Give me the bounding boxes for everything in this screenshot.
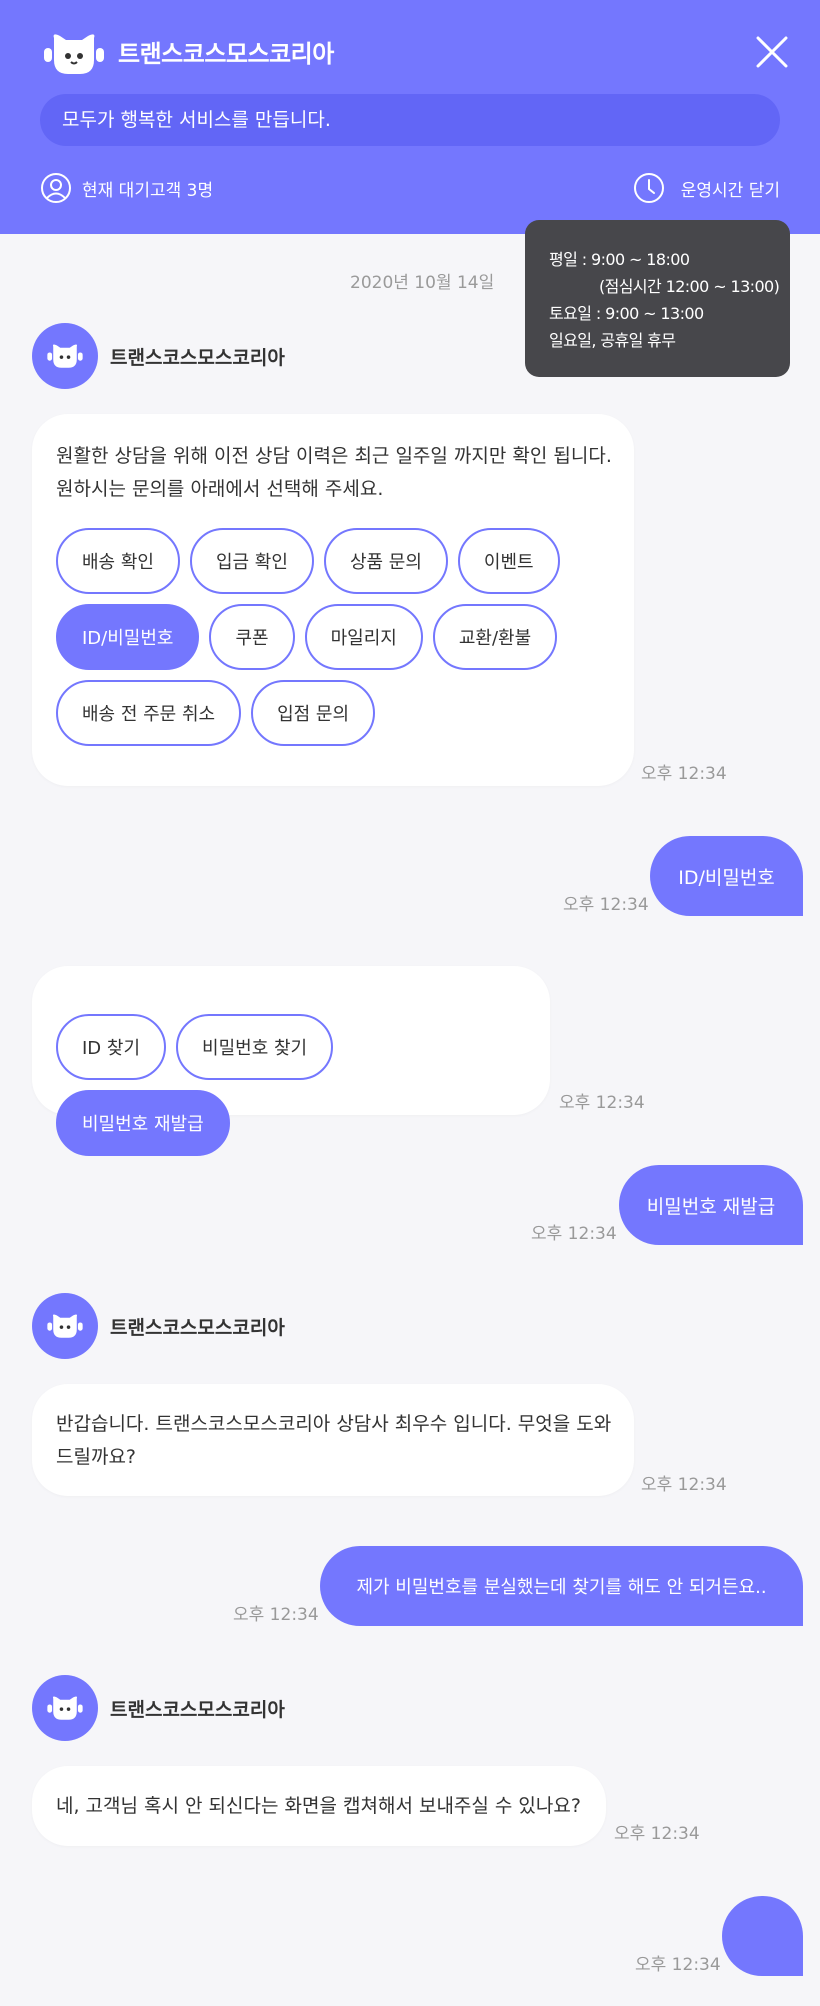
bot-logo-icon bbox=[47, 1696, 83, 1720]
bot-name: 트랜스코스모스코리아 bbox=[110, 1698, 285, 1721]
bot-message: ID 찾기 비밀번호 찾기 비밀번호 재발급 bbox=[32, 966, 550, 1156]
message-time: 오후 12:34 bbox=[559, 1093, 645, 1113]
user-message: 제가 비밀번호를 분실했는데 찾기를 해도 안 되거든요.. bbox=[320, 1546, 803, 1626]
bot-message: 네, 고객님 혹시 안 되신다는 화면을 캡쳐해서 보내주실 수 있나요? bbox=[32, 1766, 606, 1846]
message-text: 반갑습니다. 트랜스코스모스코리아 상담사 최우수 입니다. 무엇을 도와 드릴… bbox=[56, 1413, 612, 1468]
message-text: 네, 고객님 혹시 안 되신다는 화면을 캡쳐해서 보내주실 수 있나요? bbox=[56, 1794, 581, 1817]
bot-sender: 트랜스코스모스코리아 bbox=[32, 323, 285, 389]
message-time: 오후 12:34 bbox=[531, 1224, 617, 1244]
message-time: 오후 12:34 bbox=[233, 1605, 319, 1625]
chip-id-password[interactable]: ID/비밀번호 bbox=[56, 604, 200, 670]
message-text: 원활한 상담을 위해 이전 상담 이력은 최근 일주일 까지만 확인 됩니다. … bbox=[56, 445, 612, 500]
bot-name: 트랜스코스모스코리아 bbox=[110, 1316, 285, 1339]
slogan-bar: 모두가 행복한 서비스를 만듭니다. bbox=[40, 94, 780, 146]
chip-cancel-before-shipping[interactable]: 배송 전 주문 취소 bbox=[56, 680, 242, 746]
operating-hours-popup: 평일 : 9:00 ~ 18:00 (점심시간 12:00 ~ 13:00) 토… bbox=[525, 220, 790, 377]
chat-header: 트랜스코스모스코리아 모두가 행복한 서비스를 만듭니다. 현재 대기고객 3명… bbox=[0, 0, 820, 234]
brand-title: 트랜스코스모스코리아 bbox=[118, 40, 334, 68]
hours-toggle-label: 운영시간 닫기 bbox=[680, 180, 780, 201]
message-time: 오후 12:34 bbox=[641, 764, 727, 784]
hours-toggle-button[interactable]: 운영시간 닫기 bbox=[633, 170, 780, 206]
bot-avatar bbox=[32, 323, 98, 389]
chip-reissue-password[interactable]: 비밀번호 재발급 bbox=[56, 1090, 230, 1156]
close-icon[interactable] bbox=[752, 32, 792, 72]
hours-saturday: 토요일 : 9:00 ~ 13:00 bbox=[549, 304, 704, 323]
message-time: 오후 12:34 bbox=[614, 1824, 700, 1844]
chat-date: 2020년 10월 14일 bbox=[350, 273, 495, 293]
message-time: 오후 12:34 bbox=[563, 895, 649, 915]
chip-find-id[interactable]: ID 찾기 bbox=[56, 1014, 167, 1080]
bot-avatar bbox=[32, 1675, 98, 1741]
chip-delivery-check[interactable]: 배송 확인 bbox=[56, 528, 180, 594]
waiting-count: 현재 대기고객 3명 bbox=[82, 180, 214, 201]
bot-message: 원활한 상담을 위해 이전 상담 이력은 최근 일주일 까지만 확인 됩니다. … bbox=[32, 414, 634, 786]
chip-mileage[interactable]: 마일리지 bbox=[304, 604, 423, 670]
user-message: 비밀번호 재발급 bbox=[619, 1165, 803, 1245]
user-image-message[interactable] bbox=[722, 1896, 803, 1976]
bot-logo-icon bbox=[47, 344, 83, 368]
chip-event[interactable]: 이벤트 bbox=[457, 528, 560, 594]
bot-logo-icon bbox=[44, 34, 104, 74]
chip-exchange-refund[interactable]: 교환/환불 bbox=[432, 604, 558, 670]
hours-lunch: (점심시간 12:00 ~ 13:00) bbox=[599, 277, 780, 296]
waiting-info: 현재 대기고객 3명 bbox=[40, 170, 213, 206]
option-chips: 배송 확인 입금 확인 상품 문의 이벤트 ID/비밀번호 쿠폰 마일리지 교환… bbox=[56, 528, 610, 756]
message-time: 오후 12:34 bbox=[635, 1955, 721, 1975]
chip-store-inquiry[interactable]: 입점 문의 bbox=[251, 680, 376, 746]
message-time: 오후 12:34 bbox=[641, 1475, 727, 1495]
hours-holiday: 일요일, 공휴일 휴무 bbox=[549, 331, 676, 350]
hours-weekday: 평일 : 9:00 ~ 18:00 bbox=[549, 250, 690, 269]
option-chips: ID 찾기 비밀번호 찾기 비밀번호 재발급 bbox=[56, 1014, 526, 1166]
chip-deposit-check[interactable]: 입금 확인 bbox=[189, 528, 314, 594]
clock-icon bbox=[633, 173, 664, 203]
bot-sender: 트랜스코스모스코리아 bbox=[32, 1675, 285, 1741]
bot-message: 반갑습니다. 트랜스코스모스코리아 상담사 최우수 입니다. 무엇을 도와 드릴… bbox=[32, 1384, 634, 1496]
chip-product-inquiry[interactable]: 상품 문의 bbox=[323, 528, 448, 594]
chip-find-password[interactable]: 비밀번호 찾기 bbox=[176, 1014, 334, 1080]
bot-logo-icon bbox=[47, 1314, 83, 1338]
bot-sender: 트랜스코스모스코리아 bbox=[32, 1293, 285, 1359]
bot-avatar bbox=[32, 1293, 98, 1359]
bot-name: 트랜스코스모스코리아 bbox=[110, 346, 285, 369]
chip-coupon[interactable]: 쿠폰 bbox=[209, 604, 295, 670]
user-message: ID/비밀번호 bbox=[650, 836, 803, 916]
user-icon bbox=[41, 173, 71, 203]
